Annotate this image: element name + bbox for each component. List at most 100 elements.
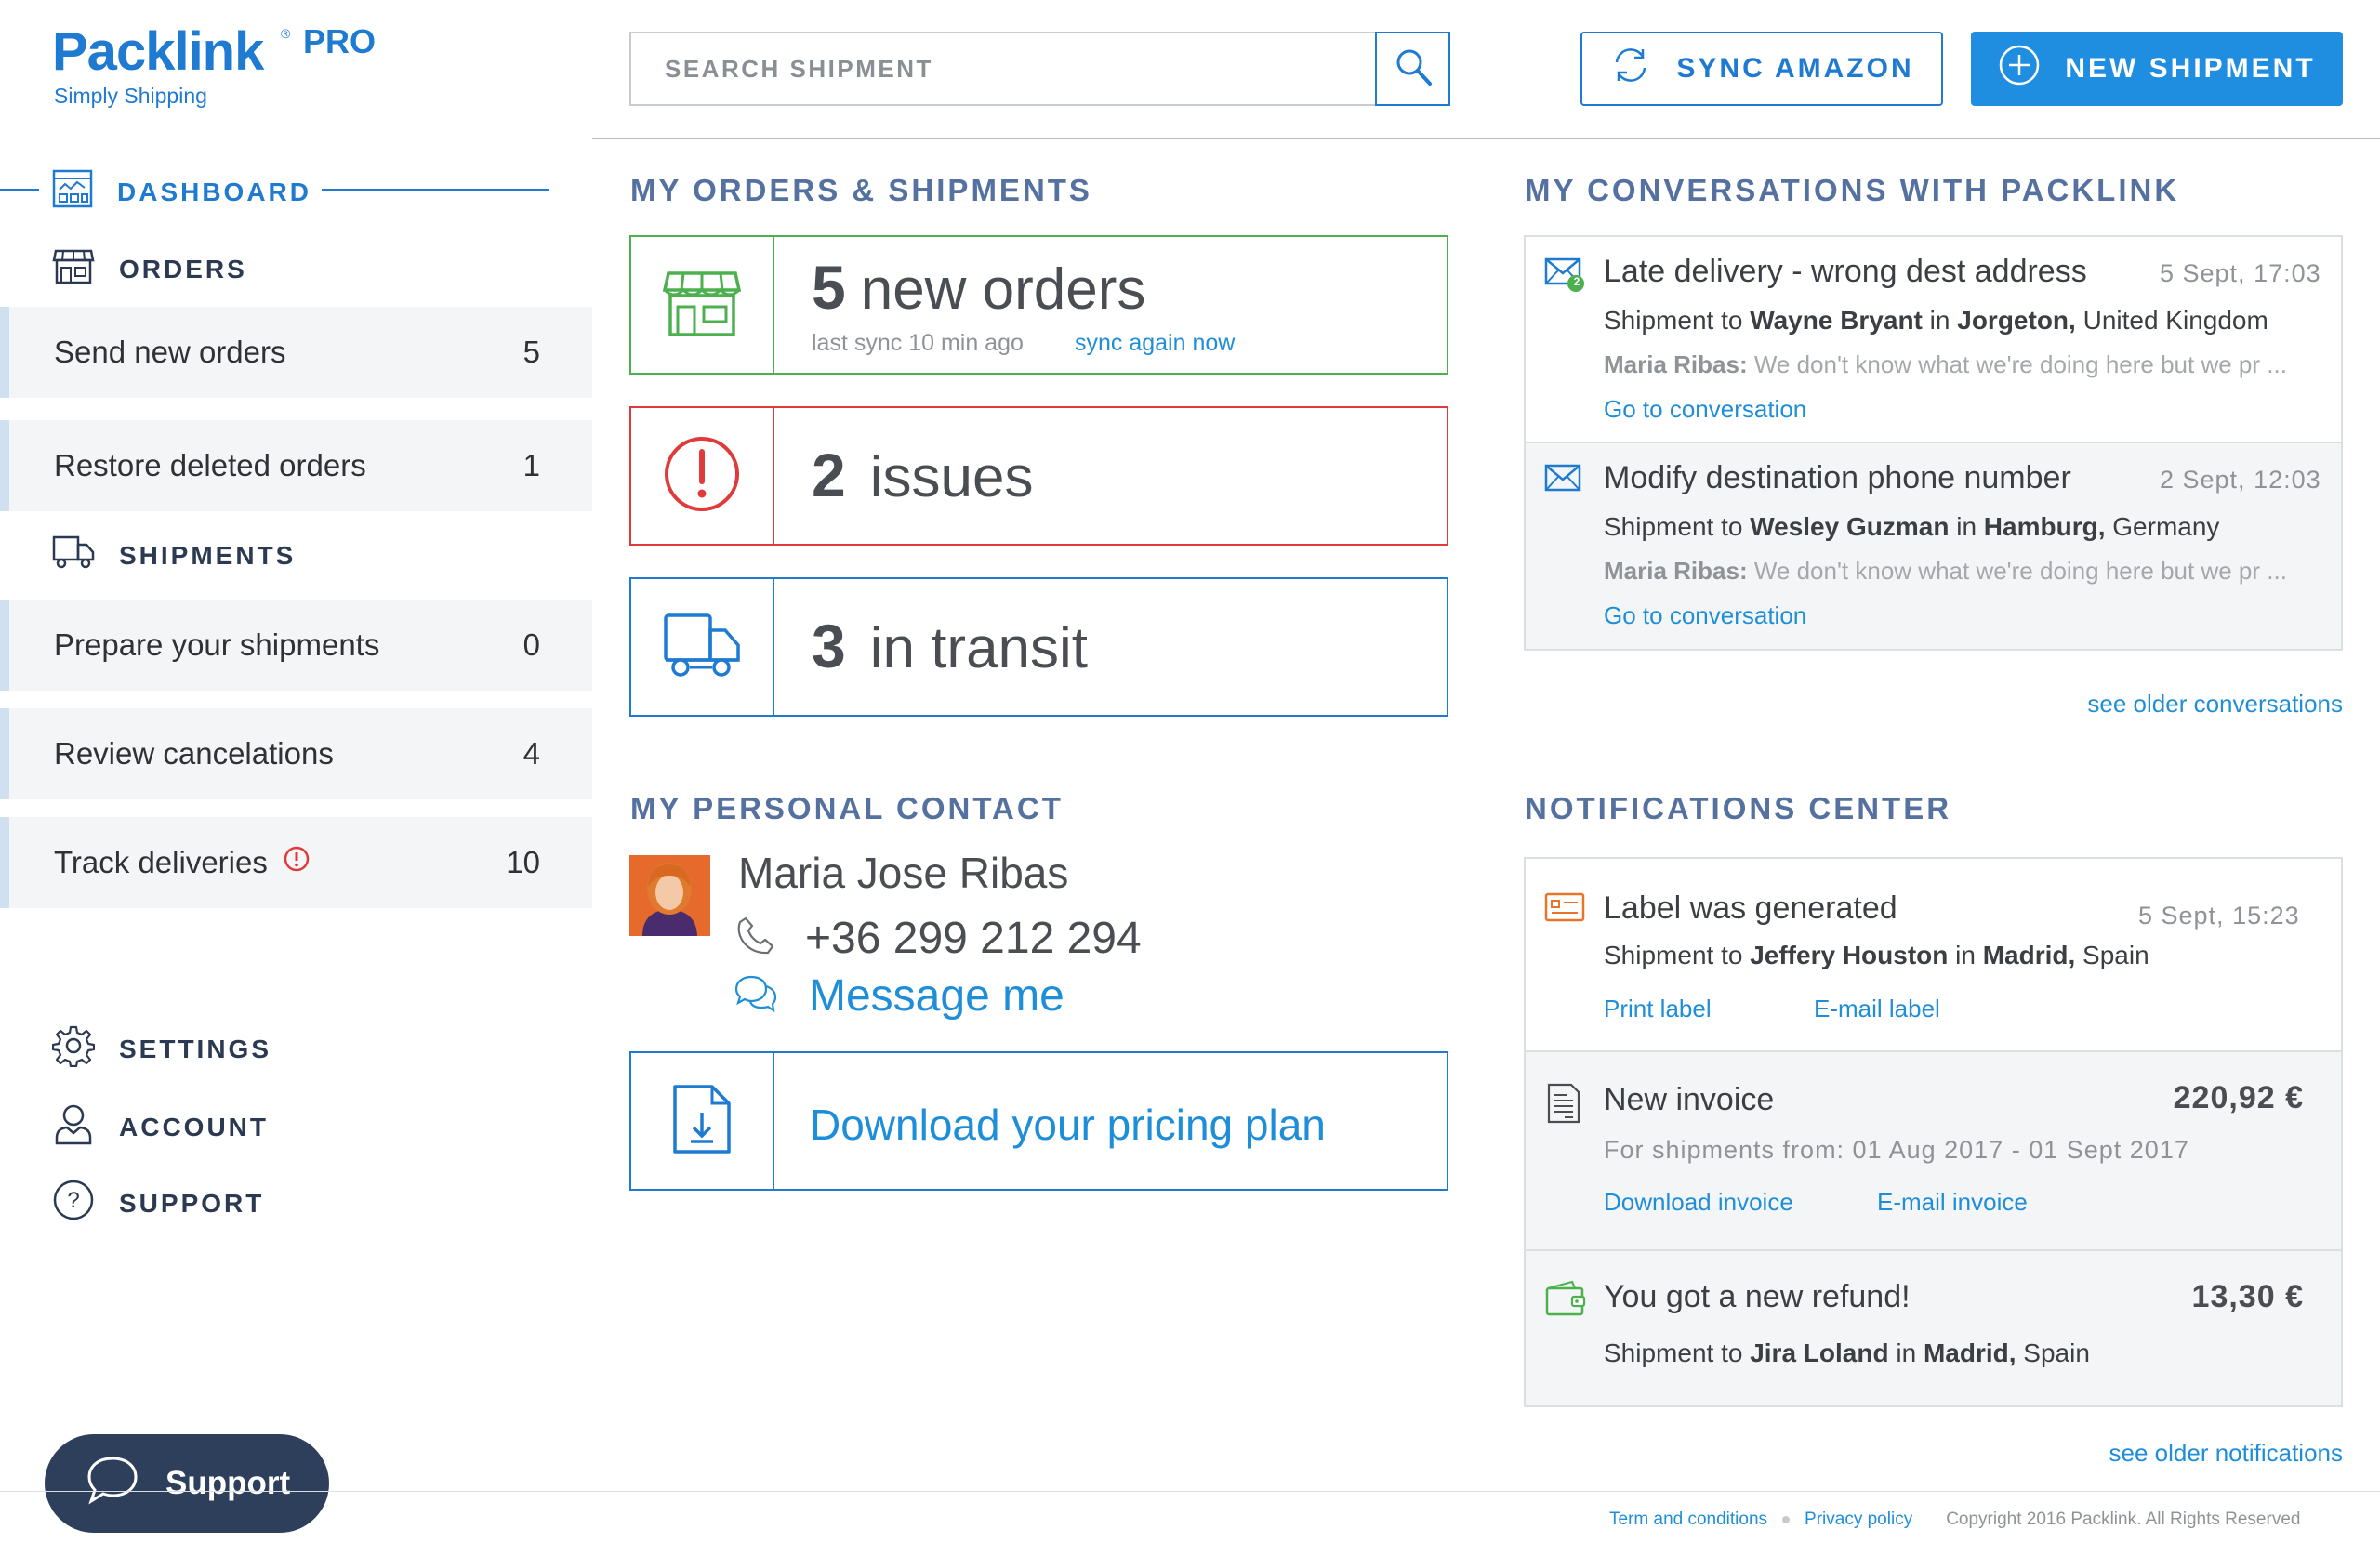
svg-text:?: ? [67, 1188, 79, 1213]
sidebar-item-send-new-orders[interactable]: Send new orders 5 [0, 307, 592, 398]
sidebar-item-review-cancelations[interactable]: Review cancelations 4 [0, 708, 592, 799]
snippet-text: We don't know what we're doing here but … [1747, 350, 2287, 378]
text-fragment: Shipment to [1604, 512, 1751, 541]
conversation-snippet: Maria Ribas: We don't know what we're do… [1604, 557, 2287, 586]
conversation-item[interactable]: Modify destination phone number 2 Sept, … [1526, 443, 2341, 649]
email-label-link[interactable]: E-mail label [1814, 995, 1940, 1023]
nav-orders-label: ORDERS [119, 254, 247, 284]
download-invoice-link[interactable]: Download invoice [1604, 1188, 1793, 1217]
in-transit-icon-cell [631, 579, 773, 715]
mail-icon [1544, 462, 1587, 504]
brand-tagline: Simply Shipping [54, 84, 207, 108]
notifications-section-title: NOTIFICATIONS CENTER [1525, 791, 1952, 825]
text-fragment: in [1888, 1338, 1924, 1367]
sync-amazon-button[interactable]: SYNC AMAZON [1580, 32, 1943, 106]
conversation-item[interactable]: 2 Late delivery - wrong dest address 5 S… [1526, 237, 2341, 443]
notification-date: 5 Sept, 15:23 [2138, 902, 2300, 930]
destination-country: Spain [2075, 941, 2149, 969]
in-transit-label: in transit [869, 616, 1089, 680]
see-older-conversations-link[interactable]: see older conversations [2087, 690, 2343, 719]
new-shipment-label: NEW SHIPMENT [2065, 53, 2316, 84]
download-pricing-label[interactable]: Download your pricing plan [810, 1100, 1326, 1150]
conversations-section-title: MY CONVERSATIONS WITH PACKLINK [1525, 173, 2180, 207]
sidebar-item-label-group: Track deliveries [54, 845, 311, 880]
notification-title: Label was generated [1604, 890, 1897, 926]
nav-shipments-label: SHIPMENTS [119, 540, 297, 570]
text-fragment: Shipment to [1604, 306, 1751, 335]
nav-account[interactable]: ACCOUNT [52, 1102, 269, 1152]
snippet-author: Maria Ribas: [1604, 350, 1748, 378]
terms-link[interactable]: Term and conditions [1609, 1510, 1767, 1530]
issues-label: issues [869, 445, 1034, 509]
alert-icon [283, 845, 311, 880]
alert-icon [663, 435, 741, 518]
recipient-name: Wesley Guzman [1750, 512, 1950, 541]
search-input[interactable] [631, 33, 1375, 104]
invoice-icon [1546, 1082, 1581, 1129]
conversations-panel: 2 Late delivery - wrong dest address 5 S… [1524, 235, 2343, 651]
see-older-notifications-link[interactable]: see older notifications [2109, 1439, 2343, 1468]
help-icon: ? [52, 1179, 95, 1228]
nav-support[interactable]: ? SUPPORT [52, 1179, 264, 1228]
contact-phone[interactable]: +36 299 212 294 [805, 913, 1142, 964]
store-icon [662, 268, 742, 343]
new-shipment-button[interactable]: NEW SHIPMENT [1971, 32, 2343, 106]
notifications-panel: Label was generated 5 Sept, 15:23 Shipme… [1524, 857, 2343, 1407]
go-to-conversation-link[interactable]: Go to conversation [1604, 395, 1806, 424]
sidebar-item-track-deliveries[interactable]: Track deliveries 10 [0, 817, 592, 908]
print-label-link[interactable]: Print label [1604, 995, 1712, 1023]
store-icon [52, 247, 95, 291]
privacy-link[interactable]: Privacy policy [1805, 1510, 1912, 1530]
issues-card[interactable]: 2 issues [629, 406, 1448, 546]
truck-icon [52, 534, 95, 577]
card-divider [773, 408, 774, 544]
nav-dashboard[interactable]: DASHBOARD [52, 169, 311, 215]
support-chat-button[interactable]: Support [45, 1434, 329, 1533]
nav-settings-label: SETTINGS [119, 1034, 272, 1063]
search-button[interactable] [1375, 32, 1450, 106]
nav-shipments[interactable]: SHIPMENTS [52, 534, 296, 577]
new-orders-card[interactable]: 5 new orders last sync 10 min ago sync a… [629, 235, 1448, 375]
sidebar-item-prepare-shipments[interactable]: Prepare your shipments 0 [0, 600, 592, 691]
sync-again-link[interactable]: sync again now [1075, 330, 1235, 357]
message-me-link[interactable]: Message me [809, 970, 1064, 1022]
text-fragment: Shipment to [1604, 941, 1751, 969]
issues-icon-cell [631, 408, 773, 544]
in-transit-count: 3 [812, 612, 846, 680]
in-transit-card[interactable]: 3 in transit [629, 577, 1448, 717]
download-file-icon [671, 1083, 733, 1160]
nav-orders[interactable]: ORDERS [52, 247, 247, 291]
new-orders-label: new orders [860, 257, 1146, 322]
copyright: Copyright 2016 Packlink. All Rights Rese… [1946, 1510, 2301, 1529]
in-transit-headline: 3 in transit [812, 611, 1088, 681]
sidebar-item-restore-deleted-orders[interactable]: Restore deleted orders 1 [0, 420, 592, 511]
footer-divider [0, 1491, 2380, 1492]
nav-settings[interactable]: SETTINGS [51, 1024, 272, 1074]
unread-badge: 2 [1573, 275, 1580, 288]
conversation-date: 2 Sept, 12:03 [2160, 466, 2321, 494]
notification-title: You got a new refund! [1604, 1279, 1911, 1314]
sync-icon [1609, 44, 1652, 94]
text-fragment: in [1948, 941, 1983, 969]
truck-icon [662, 610, 742, 685]
download-pricing-card[interactable]: Download your pricing plan [629, 1051, 1448, 1191]
brand-tier: PRO [303, 22, 377, 60]
contact-phone-row: +36 299 212 294 [734, 913, 1142, 964]
header-divider [592, 138, 2380, 139]
nav-account-label: ACCOUNT [119, 1112, 269, 1141]
active-indicator-right [322, 189, 549, 191]
email-invoice-link[interactable]: E-mail invoice [1877, 1188, 2028, 1217]
nav-dashboard-label: DASHBOARD [117, 177, 311, 206]
sync-amazon-label: SYNC AMAZON [1676, 53, 1914, 84]
brand-logo[interactable]: Packlink [52, 20, 264, 83]
notification-item: Label was generated 5 Sept, 15:23 Shipme… [1526, 859, 2341, 1052]
sidebar-item-label: Send new orders [54, 335, 286, 369]
contact-message-row[interactable]: Message me [734, 970, 1064, 1022]
go-to-conversation-link[interactable]: Go to conversation [1604, 601, 1806, 630]
invoice-amount: 220,92 € [2173, 1080, 2304, 1115]
destination-country: Germany [2105, 512, 2220, 541]
card-divider [773, 1053, 774, 1189]
footer-dot [1782, 1516, 1791, 1523]
search-icon [1393, 46, 1434, 92]
destination-city: Hamburg, [1983, 512, 2106, 541]
